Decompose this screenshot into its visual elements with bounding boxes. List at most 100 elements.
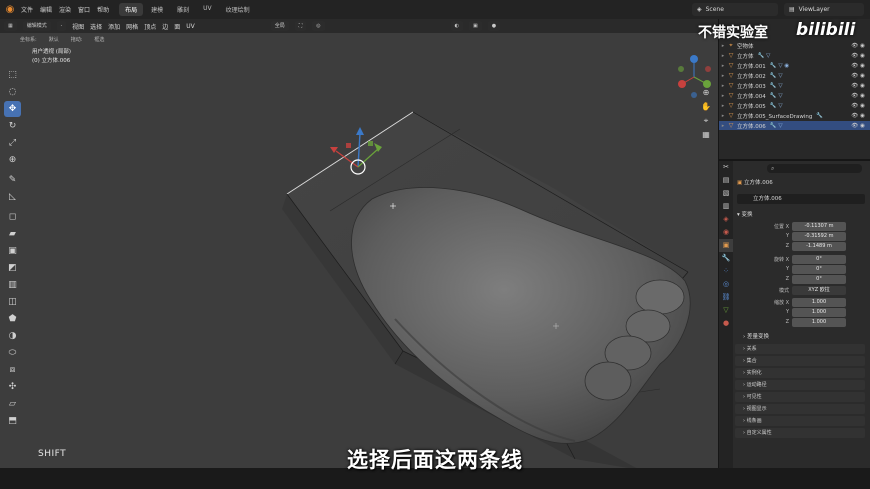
line-art-section[interactable]: › 线条画 — [735, 416, 865, 426]
edge-slide-icon[interactable]: ⧈ — [4, 362, 21, 378]
zoom-icon[interactable]: ⊕ — [700, 87, 712, 99]
pan-hand-icon[interactable]: ✋ — [700, 101, 712, 113]
menu-add[interactable]: 添加 — [108, 22, 120, 31]
menu-vertex[interactable]: 顶点 — [144, 22, 156, 31]
select-box-icon[interactable]: ⬚ — [4, 67, 21, 83]
outliner-row[interactable]: ▸ ▽ 立方体.002 🔧 ▽ 👁◉ — [719, 71, 870, 80]
tab-layout[interactable]: 布局 — [119, 3, 144, 16]
view-layer-tab-icon[interactable]: ▥ — [719, 200, 733, 213]
modifier-tab-icon[interactable]: 🔧 — [719, 252, 733, 265]
outliner-row[interactable]: ▸ ▽ 立方体.005 🔧 ▽ 👁◉ — [719, 101, 870, 110]
viewport-display-section[interactable]: › 视图显示 — [735, 404, 865, 414]
drag-value[interactable]: 框选 — [94, 36, 104, 43]
output-tab-icon[interactable]: ▧ — [719, 187, 733, 200]
spin-icon[interactable]: ◑ — [4, 328, 21, 344]
scene-selector[interactable]: ◈ Scene — [692, 3, 778, 16]
constraints-tab-icon[interactable]: ⛓ — [719, 291, 733, 304]
location-x-field[interactable]: -0.11307 m — [792, 222, 846, 231]
object-tab-icon[interactable]: ▣ — [719, 239, 733, 252]
bevel-icon[interactable]: ◩ — [4, 260, 21, 276]
visibility-section[interactable]: › 可见性 — [735, 392, 865, 402]
particles-tab-icon[interactable]: ⁘ — [719, 265, 733, 278]
menu-view[interactable]: 视图 — [72, 22, 84, 31]
physics-tab-icon[interactable]: ◎ — [719, 278, 733, 291]
outliner-row[interactable]: ▸ ▽ 立方体 🔧 ▽ 👁◉ — [719, 51, 870, 60]
loop-cut-icon[interactable]: ▥ — [4, 277, 21, 293]
3d-viewport[interactable]: ▦ 编辑模式 ⬝ 视图 选择 添加 网格 顶点 边 面 UV 全局 ⛶ ◎ ◐ … — [0, 19, 718, 468]
custom-properties-section[interactable]: › 自定义属性 — [735, 428, 865, 438]
visibility-icon[interactable]: 👁◉ — [851, 93, 867, 99]
visibility-icon[interactable]: 👁◉ — [851, 63, 867, 69]
shrink-fatten-icon[interactable]: ✣ — [4, 379, 21, 395]
rotation-x-field[interactable]: 0° — [792, 255, 846, 264]
delta-transform-header[interactable]: › 差量变换 — [743, 332, 769, 340]
tool-tab-icon[interactable]: ✂ — [719, 161, 733, 174]
knife-icon[interactable]: ◫ — [4, 294, 21, 310]
world-tab-icon[interactable]: ◉ — [719, 226, 733, 239]
scene-tab-icon[interactable]: ◈ — [719, 213, 733, 226]
rotation-z-field[interactable]: 0° — [792, 275, 846, 284]
xray-icon[interactable]: ▣ — [469, 21, 482, 31]
axis-x-icon[interactable] — [678, 80, 686, 88]
material-tab-icon[interactable]: ● — [719, 317, 733, 330]
rotation-y-field[interactable]: 0° — [792, 265, 846, 274]
visibility-icon[interactable]: 👁◉ — [851, 53, 867, 59]
measure-icon[interactable]: ◺ — [4, 189, 21, 205]
scale-y-field[interactable]: 1.000 — [792, 308, 846, 317]
inset-icon[interactable]: ▣ — [4, 243, 21, 259]
mode-dropdown[interactable]: 编辑模式 — [22, 21, 51, 31]
tab-texture-paint[interactable]: 纹理绘制 — [220, 3, 256, 16]
rotate-icon[interactable]: ↻ — [4, 118, 21, 134]
render-tab-icon[interactable]: ▤ — [719, 174, 733, 187]
outliner-row[interactable]: ▸ ▽ 立方体.004 🔧 ▽ 👁◉ — [719, 91, 870, 100]
menu-select[interactable]: 选择 — [90, 22, 102, 31]
outliner-row[interactable]: ▸ ▽ 立方体.001 🔧 ▽ ◉ 👁◉ — [719, 61, 870, 70]
visibility-icon[interactable]: 👁◉ — [851, 83, 867, 89]
smooth-icon[interactable]: ⬭ — [4, 345, 21, 361]
outliner-row[interactable]: ▸ ⌖ 空物体 👁◉ — [719, 41, 870, 50]
visibility-icon[interactable]: 👁◉ — [851, 73, 867, 79]
tab-uv[interactable]: UV — [197, 3, 218, 16]
location-z-field[interactable]: -1.1489 m — [792, 242, 846, 251]
axis-z-icon[interactable] — [690, 55, 698, 63]
outliner-row-selected[interactable]: ▸ ▽ 立方体.006 🔧 ▽ 👁◉ — [719, 121, 870, 130]
select-mode-vertex[interactable]: ⬝ — [56, 21, 67, 31]
menu-window[interactable]: 窗口 — [78, 5, 90, 14]
shading-solid-icon[interactable]: ● — [487, 21, 501, 31]
grid-icon[interactable]: ▦ — [700, 129, 712, 141]
menu-edge[interactable]: 边 — [162, 22, 168, 31]
object-name-field[interactable]: 立方体.006 — [737, 194, 865, 204]
cursor-icon[interactable]: ◌ — [4, 84, 21, 100]
relations-section[interactable]: › 关系 — [735, 344, 865, 354]
rotation-mode-dropdown[interactable]: XYZ 欧拉 — [792, 286, 846, 295]
add-cube-icon[interactable]: ◻ — [4, 209, 21, 225]
rip-region-icon[interactable]: ⬒ — [4, 413, 21, 429]
toe-4[interactable] — [584, 361, 632, 401]
instancing-section[interactable]: › 实例化 — [735, 368, 865, 378]
blender-logo-icon[interactable]: ◉ — [3, 3, 17, 17]
menu-help[interactable]: 帮助 — [97, 5, 109, 14]
scale-x-field[interactable]: 1.000 — [792, 298, 846, 307]
location-y-field[interactable]: -0.31592 m — [792, 232, 846, 241]
collections-section[interactable]: › 集合 — [735, 356, 865, 366]
menu-uv[interactable]: UV — [186, 23, 195, 30]
orientation-value[interactable]: 默认 — [49, 36, 59, 43]
extrude-icon[interactable]: ▰ — [4, 226, 21, 242]
tab-modeling[interactable]: 建模 — [145, 3, 169, 16]
move-icon[interactable]: ✥ — [4, 101, 21, 117]
camera-icon[interactable]: ⌖ — [700, 115, 712, 127]
view-layer-selector[interactable]: ▤ ViewLayer — [784, 3, 864, 16]
visibility-icon[interactable]: 👁◉ — [851, 123, 867, 129]
annotate-icon[interactable]: ✎ — [4, 172, 21, 188]
menu-render[interactable]: 渲染 — [59, 5, 71, 14]
transform-orientation-dropdown[interactable]: 全局 — [270, 21, 289, 31]
overlays-icon[interactable]: ◐ — [450, 21, 464, 31]
snap-icon[interactable]: ⛶ — [294, 21, 307, 31]
data-tab-icon[interactable]: ▽ — [719, 304, 733, 317]
visibility-icon[interactable]: 👁◉ — [851, 113, 867, 119]
scale-z-field[interactable]: 1.000 — [792, 318, 846, 327]
menu-edit[interactable]: 编辑 — [40, 5, 52, 14]
proportional-edit-icon[interactable]: ◎ — [312, 21, 325, 31]
visibility-icon[interactable]: 👁◉ — [851, 43, 867, 49]
menu-face[interactable]: 面 — [174, 22, 180, 31]
